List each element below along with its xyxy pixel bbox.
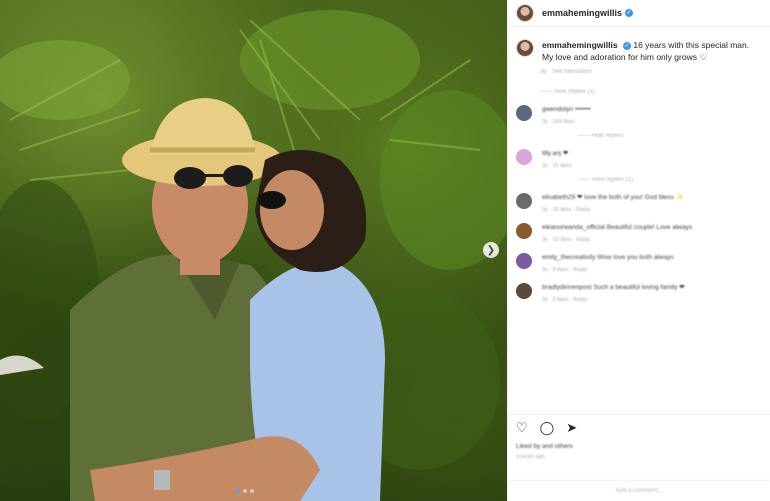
comment-text: eleanorwanda_official Beautiful couple! … [542,224,693,231]
post-date: 3 years ago [516,454,545,460]
avatar[interactable] [516,193,532,209]
carousel-dot [236,489,240,493]
heart-icon[interactable]: ♡ [516,421,528,435]
carousel-dots [236,489,254,493]
chevron-right-icon[interactable]: ❯ [483,242,499,258]
avatar[interactable] [516,105,532,121]
post-sidebar: emmahemingwillis ✓ emmahemingwillis ✓ 16… [507,0,770,501]
verified-badge-icon: ✓ [625,9,634,17]
comment-item: elisabeth29 ❤ love the both of you! God … [508,183,770,213]
share-icon[interactable]: ➤ [566,421,577,435]
post-header: emmahemingwillis ✓ [508,0,770,27]
avatar[interactable] [516,39,534,57]
comment-item: gwendolyn ••••••• 3y · 169 likes [508,95,770,125]
avatar[interactable] [516,4,534,22]
comment-item: emily_thecreativity Wow love you both al… [508,243,770,273]
carousel-dot [243,489,247,493]
comment-item: eleanorwanda_official Beautiful couple! … [508,213,770,243]
comment-text: gwendolyn ••••••• [542,106,591,113]
comment-meta: 3y · 8 likes · Reply [542,267,588,273]
comment-item: bradlydinnenpost Such a beautiful loving… [508,273,770,303]
comment-meta: 3y · 31 likes [542,163,572,169]
comment-text: elisabeth29 ❤ love the both of you! God … [542,194,684,201]
add-comment-input[interactable]: Add a comment... [508,480,770,501]
post-actions: ♡ ◯ ➤ Liked by and others 3 years ago [508,414,770,460]
comment-item: lilly.anj ❤ 3y · 31 likes [508,139,770,169]
header-username[interactable]: emmahemingwillis [542,8,622,18]
comment-meta: 3y · 169 likes [542,119,575,125]
caption-text: emmahemingwillis ✓ 16 years with this sp… [542,39,762,63]
avatar[interactable] [516,283,532,299]
carousel-dot [250,489,254,493]
view-replies-link[interactable]: —— View replies (1) [540,89,770,95]
view-replies-link[interactable]: —— View replies (1) [578,177,770,183]
comment-meta: 3y · 31 likes · Reply [542,207,591,213]
comment-text: lilly.anj ❤ [542,150,569,157]
caption-meta: 3y · See translation [540,69,592,75]
comment-icon[interactable]: ◯ [540,421,555,435]
photo-illustration [0,10,507,501]
avatar[interactable] [516,149,532,165]
comment-meta: 3y · 5 likes · Reply [542,297,588,303]
avatar[interactable] [516,253,532,269]
verified-badge-icon: ✓ [622,41,631,50]
post-photo[interactable]: ❯ [0,0,507,501]
comment-meta: 3y · 12 likes · Reply [542,237,591,243]
comment-text: emily_thecreativity Wow love you both al… [542,254,674,261]
caption-username[interactable]: emmahemingwillis [542,40,618,50]
likes-count[interactable]: Liked by and others [516,443,762,450]
comment-text: bradlydinnenpost Such a beautiful loving… [542,284,685,291]
hide-replies-link[interactable]: —— Hide replies [578,133,770,139]
post-caption: emmahemingwillis ✓ 16 years with this sp… [508,27,770,63]
avatar[interactable] [516,223,532,239]
